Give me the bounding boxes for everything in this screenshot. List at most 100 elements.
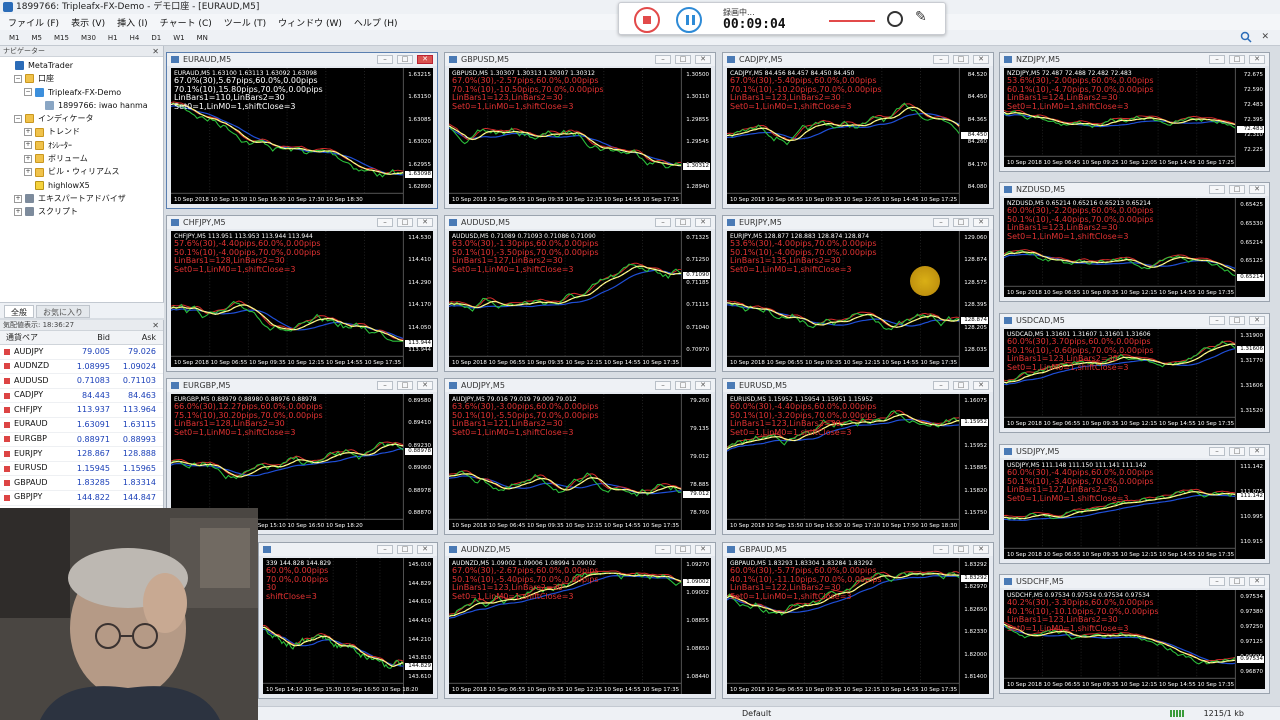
price-chart[interactable]: GBPAUD,M5 1.83293 1.83304 1.83284 1.8329… — [727, 558, 989, 694]
maximize-icon[interactable]: □ — [675, 545, 691, 554]
chart-title-bar[interactable]: AUDNZD,M5 – □ ✕ — [445, 543, 715, 556]
close-icon[interactable]: ✕ — [973, 55, 989, 64]
timeframe-mn-button[interactable]: MN — [192, 33, 213, 43]
table-row[interactable]: EURUSD 1.15945 1.15965 — [0, 462, 163, 477]
chart-title-bar[interactable]: – □ ✕ — [259, 543, 437, 556]
navigator-item[interactable]: + トレンド — [0, 125, 163, 138]
collapse-icon[interactable]: − — [24, 88, 32, 97]
timeframe-w1-button[interactable]: W1 — [168, 33, 189, 43]
table-row[interactable]: AUDUSD 0.71083 0.71103 — [0, 374, 163, 389]
chart-window[interactable]: EURAUD,M5 – □ ✕ EURAUD,M5 1.63100 1.63113 1.… — [166, 52, 438, 209]
close-icon[interactable]: ✕ — [1249, 185, 1265, 194]
chart-window[interactable]: NZDUSD,M5 – □ ✕ NZDUSD,M5 0.65214 0.65216 0.… — [999, 182, 1270, 302]
chart-title-bar[interactable]: GBPUSD,M5 – □ ✕ — [445, 53, 715, 66]
chart-title-bar[interactable]: USDCHF,M5 – □ ✕ — [1000, 575, 1269, 588]
column-bid[interactable]: Bid — [68, 331, 114, 344]
timeframe-m15-button[interactable]: M15 — [49, 33, 74, 43]
timeframe-d1-button[interactable]: D1 — [146, 33, 166, 43]
menu-item-4[interactable]: ツール (T) — [220, 16, 270, 29]
toolbar-close-icon[interactable]: ✕ — [1256, 31, 1274, 43]
navigator-item[interactable]: + ボリューム — [0, 152, 163, 165]
close-icon[interactable]: ✕ — [1249, 447, 1265, 456]
minimize-icon[interactable]: – — [933, 55, 949, 64]
minimize-icon[interactable]: – — [655, 545, 671, 554]
table-row[interactable]: AUDJPY 79.005 79.026 — [0, 345, 163, 360]
maximize-icon[interactable]: □ — [953, 218, 969, 227]
close-icon[interactable]: ✕ — [973, 545, 989, 554]
maximize-icon[interactable]: □ — [953, 55, 969, 64]
chart-window[interactable]: CADJPY,M5 – □ ✕ CADJPY,M5 84.456 84.457 84.4… — [722, 52, 994, 209]
price-chart[interactable]: 339 144.828 144.829 60.0%,0.00pips 70.0%,… — [263, 558, 433, 694]
table-row[interactable]: CHFJPY 113.937 113.964 — [0, 403, 163, 418]
minimize-icon[interactable]: – — [933, 545, 949, 554]
chart-window[interactable]: AUDUSD,M5 – □ ✕ AUDUSD,M5 0.71089 0.71093 0.… — [444, 215, 716, 372]
timeframe-h4-button[interactable]: H4 — [125, 33, 145, 43]
chart-window[interactable]: – □ ✕ 339 144.828 144.829 60.0%,0.00pips 70… — [258, 542, 438, 699]
chart-title-bar[interactable]: USDCAD,M5 – □ ✕ — [1000, 314, 1269, 327]
minimize-icon[interactable]: – — [655, 381, 671, 390]
minimize-icon[interactable]: – — [933, 218, 949, 227]
navigator-item[interactable]: − 口座 — [0, 72, 163, 85]
table-row[interactable]: CADJPY 84.443 84.463 — [0, 389, 163, 404]
timeframe-h1-button[interactable]: H1 — [103, 33, 123, 43]
chart-title-bar[interactable]: EURAUD,M5 – □ ✕ — [167, 53, 437, 66]
maximize-icon[interactable]: □ — [953, 545, 969, 554]
price-chart[interactable]: AUDNZD,M5 1.09002 1.09006 1.08994 1.0900… — [449, 558, 711, 694]
navigator-item[interactable]: + ｵｼﾚｰﾀｰ — [0, 139, 163, 152]
navigator-item[interactable]: − インディケータ — [0, 112, 163, 125]
chart-title-bar[interactable]: GBPAUD,M5 – □ ✕ — [723, 543, 993, 556]
minimize-icon[interactable]: – — [377, 218, 393, 227]
tab-general[interactable]: 全般 — [4, 305, 34, 318]
navigator-item[interactable]: + ビル・ウィリアムス — [0, 165, 163, 178]
price-chart[interactable]: USDCAD,M5 1.31601 1.31607 1.31601 1.3160… — [1004, 329, 1265, 428]
chart-title-bar[interactable]: EURGBP,M5 – □ ✕ — [167, 379, 437, 392]
price-chart[interactable]: CADJPY,M5 84.456 84.457 84.450 84.450 67.… — [727, 68, 989, 204]
maximize-icon[interactable]: □ — [1229, 447, 1245, 456]
maximize-icon[interactable]: □ — [675, 218, 691, 227]
price-chart[interactable]: NZDUSD,M5 0.65214 0.65216 0.65213 0.6521… — [1004, 198, 1265, 297]
close-icon[interactable]: ✕ — [417, 218, 433, 227]
search-icon[interactable] — [1240, 31, 1252, 43]
chart-title-bar[interactable]: CHFJPY,M5 – □ ✕ — [167, 216, 437, 229]
chart-title-bar[interactable]: AUDUSD,M5 – □ ✕ — [445, 216, 715, 229]
menu-item-2[interactable]: 挿入 (I) — [113, 16, 152, 29]
price-chart[interactable]: AUDJPY,M5 79.016 79.019 79.009 79.012 63.… — [449, 394, 711, 530]
maximize-icon[interactable]: □ — [1229, 185, 1245, 194]
close-icon[interactable]: ✕ — [152, 320, 159, 331]
minimize-icon[interactable]: – — [1209, 316, 1225, 325]
close-icon[interactable]: ✕ — [695, 381, 711, 390]
column-symbol[interactable]: 通貨ペア — [0, 331, 68, 344]
close-icon[interactable]: ✕ — [1249, 55, 1265, 64]
navigator-item[interactable]: MetaTrader — [0, 59, 163, 72]
navigator-item[interactable]: highlowX5 — [0, 179, 163, 192]
maximize-icon[interactable]: □ — [675, 55, 691, 64]
chart-title-bar[interactable]: NZDUSD,M5 – □ ✕ — [1000, 183, 1269, 196]
maximize-icon[interactable]: □ — [397, 545, 413, 554]
chart-window[interactable]: USDCHF,M5 – □ ✕ USDCHF,M5 0.97534 0.97534 0.… — [999, 574, 1270, 694]
expand-icon[interactable]: + — [24, 128, 32, 137]
minimize-icon[interactable]: – — [1209, 577, 1225, 586]
close-icon[interactable]: ✕ — [1249, 316, 1265, 325]
minimize-icon[interactable]: – — [1209, 447, 1225, 456]
menu-item-5[interactable]: ウィンドウ (W) — [274, 16, 346, 29]
expand-icon[interactable]: + — [14, 194, 22, 203]
expand-icon[interactable]: + — [14, 207, 22, 216]
chart-window[interactable]: USDCAD,M5 – □ ✕ USDCAD,M5 1.31601 1.31607 1.… — [999, 313, 1270, 433]
stop-recording-button[interactable] — [634, 7, 660, 33]
close-icon[interactable]: ✕ — [417, 381, 433, 390]
maximize-icon[interactable]: □ — [1229, 55, 1245, 64]
chart-title-bar[interactable]: EURUSD,M5 – □ ✕ — [723, 379, 993, 392]
price-chart[interactable]: EURAUD,M5 1.63100 1.63113 1.63092 1.6309… — [171, 68, 433, 204]
minimize-icon[interactable]: – — [933, 381, 949, 390]
chart-title-bar[interactable]: AUDJPY,M5 – □ ✕ — [445, 379, 715, 392]
chart-window[interactable]: USDJPY,M5 – □ ✕ USDJPY,M5 111.148 111.150 11… — [999, 444, 1270, 564]
maximize-icon[interactable]: □ — [1229, 577, 1245, 586]
close-icon[interactable]: ✕ — [417, 55, 433, 64]
chart-window[interactable]: AUDNZD,M5 – □ ✕ AUDNZD,M5 1.09002 1.09006 1.… — [444, 542, 716, 699]
price-chart[interactable]: NZDJPY,M5 72.487 72.488 72.482 72.483 53.… — [1004, 68, 1265, 167]
price-chart[interactable]: CHFJPY,M5 113.951 113.953 113.944 113.94… — [171, 231, 433, 367]
chart-window[interactable]: GBPUSD,M5 – □ ✕ GBPUSD,M5 1.30307 1.30313 1.… — [444, 52, 716, 209]
timeframe-m30-button[interactable]: M30 — [76, 33, 101, 43]
minimize-icon[interactable]: – — [1209, 55, 1225, 64]
close-icon[interactable]: ✕ — [1249, 577, 1265, 586]
